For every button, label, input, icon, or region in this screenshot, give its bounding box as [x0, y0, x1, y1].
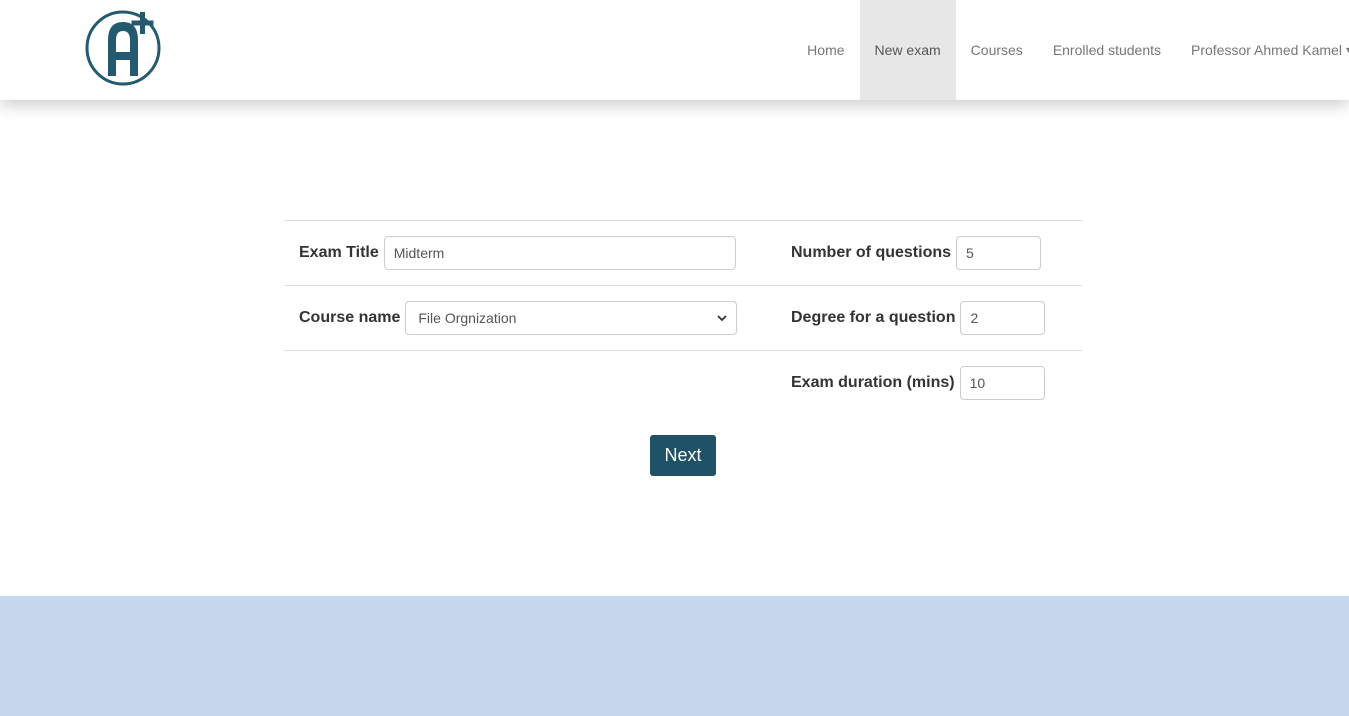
course-name-selected: File Orgnization [418, 310, 517, 326]
duration-cell: Exam duration (mins) [791, 351, 1045, 415]
nav-item-label: Enrolled students [1052, 42, 1161, 58]
form-row-title: Exam Title Number of questions [284, 220, 1082, 285]
nav-item-label: Professor Ahmed Kamel [1191, 42, 1342, 58]
nav-item-new-exam[interactable]: New exam [859, 0, 956, 100]
exam-title-input[interactable] [383, 236, 736, 270]
degree-input[interactable] [960, 301, 1046, 335]
degree-label: Degree for a question [791, 309, 956, 326]
nav-item-profile-dropdown[interactable]: Professor Ahmed Kamel ▾ [1176, 0, 1349, 100]
nav-item-label: New exam [874, 42, 941, 58]
next-button[interactable]: Next [650, 435, 716, 476]
exam-title-cell: Exam Title [299, 221, 736, 285]
form-row-duration: Exam duration (mins) [284, 350, 1082, 415]
num-questions-label: Number of questions [791, 244, 952, 261]
num-questions-cell: Number of questions [791, 221, 1042, 285]
nav-item-home[interactable]: Home [792, 0, 859, 100]
page-footer [0, 596, 1349, 716]
app-logo-icon[interactable] [84, 4, 164, 88]
top-navbar: Home New exam Courses Enrolled students … [0, 0, 1349, 100]
chevron-down-icon [717, 315, 728, 322]
main-nav: Home New exam Courses Enrolled students … [792, 0, 1349, 100]
duration-label: Exam duration (mins) [791, 374, 955, 391]
degree-cell: Degree for a question [791, 286, 1046, 350]
nav-item-courses[interactable]: Courses [956, 0, 1038, 100]
nav-item-label: Home [807, 42, 845, 58]
course-name-cell: Course name File Orgnization [299, 286, 738, 350]
form-row-course: Course name File Orgnization Degree for … [284, 285, 1082, 350]
nav-item-label: Courses [970, 42, 1023, 58]
exam-title-label: Exam Title [299, 244, 379, 261]
duration-input[interactable] [959, 366, 1045, 400]
num-questions-input[interactable] [956, 236, 1042, 270]
course-name-select[interactable]: File Orgnization [405, 301, 738, 335]
course-name-label: Course name [299, 309, 401, 326]
nav-item-enrolled-students[interactable]: Enrolled students [1038, 0, 1176, 100]
